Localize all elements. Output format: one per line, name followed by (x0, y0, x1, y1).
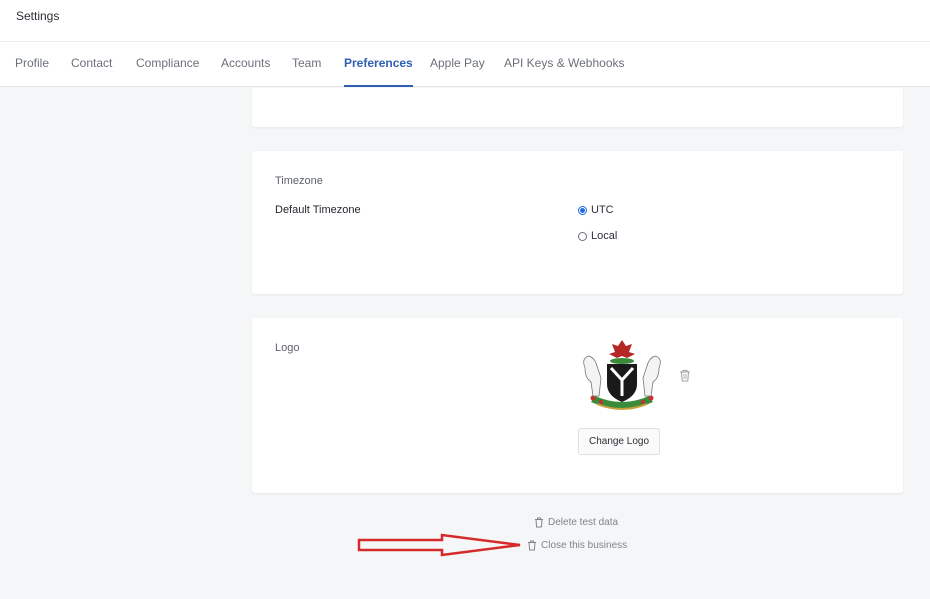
close-business-label: Close this business (541, 540, 628, 551)
change-logo-button[interactable]: Change Logo (578, 428, 660, 455)
trash-icon[interactable] (679, 369, 691, 382)
timezone-option-label: Local (591, 230, 618, 242)
tab-compliance[interactable]: Compliance (136, 42, 199, 87)
coat-of-arms-logo (583, 340, 661, 410)
delete-test-data-link[interactable]: Delete test data (534, 517, 618, 528)
tab-team[interactable]: Team (292, 42, 321, 87)
tab-apple-pay[interactable]: Apple Pay (430, 42, 485, 87)
tab-contact[interactable]: Contact (71, 42, 112, 87)
radio-unselected-icon (578, 231, 587, 241)
tab-preferences[interactable]: Preferences (344, 42, 413, 87)
timezone-option-local[interactable]: Local (578, 230, 617, 242)
tab-accounts[interactable]: Accounts (221, 42, 270, 87)
trash-icon (535, 517, 543, 528)
logo-card: Logo Change Logo (252, 318, 903, 493)
default-timezone-label: Default Timezone (275, 204, 361, 216)
logo-section-title: Logo (275, 342, 300, 354)
previous-settings-card (252, 88, 903, 127)
timezone-card: Timezone Default Timezone UTC Local (252, 151, 903, 294)
timezone-section-title: Timezone (275, 175, 323, 187)
close-business-link[interactable]: Close this business (527, 540, 627, 551)
trash-icon (528, 540, 536, 551)
settings-header: Settings (0, 0, 930, 42)
timezone-option-utc[interactable]: UTC (578, 204, 614, 216)
timezone-option-label: UTC (591, 204, 614, 216)
settings-tabs: Profile Contact Compliance Accounts Team… (0, 42, 930, 87)
delete-test-data-label: Delete test data (548, 517, 619, 528)
tab-api-keys-webhooks[interactable]: API Keys & Webhooks (504, 42, 625, 87)
annotation-arrow-icon (357, 533, 521, 557)
tab-profile[interactable]: Profile (15, 42, 49, 87)
page-title: Settings (16, 9, 60, 23)
radio-selected-icon (578, 205, 587, 215)
